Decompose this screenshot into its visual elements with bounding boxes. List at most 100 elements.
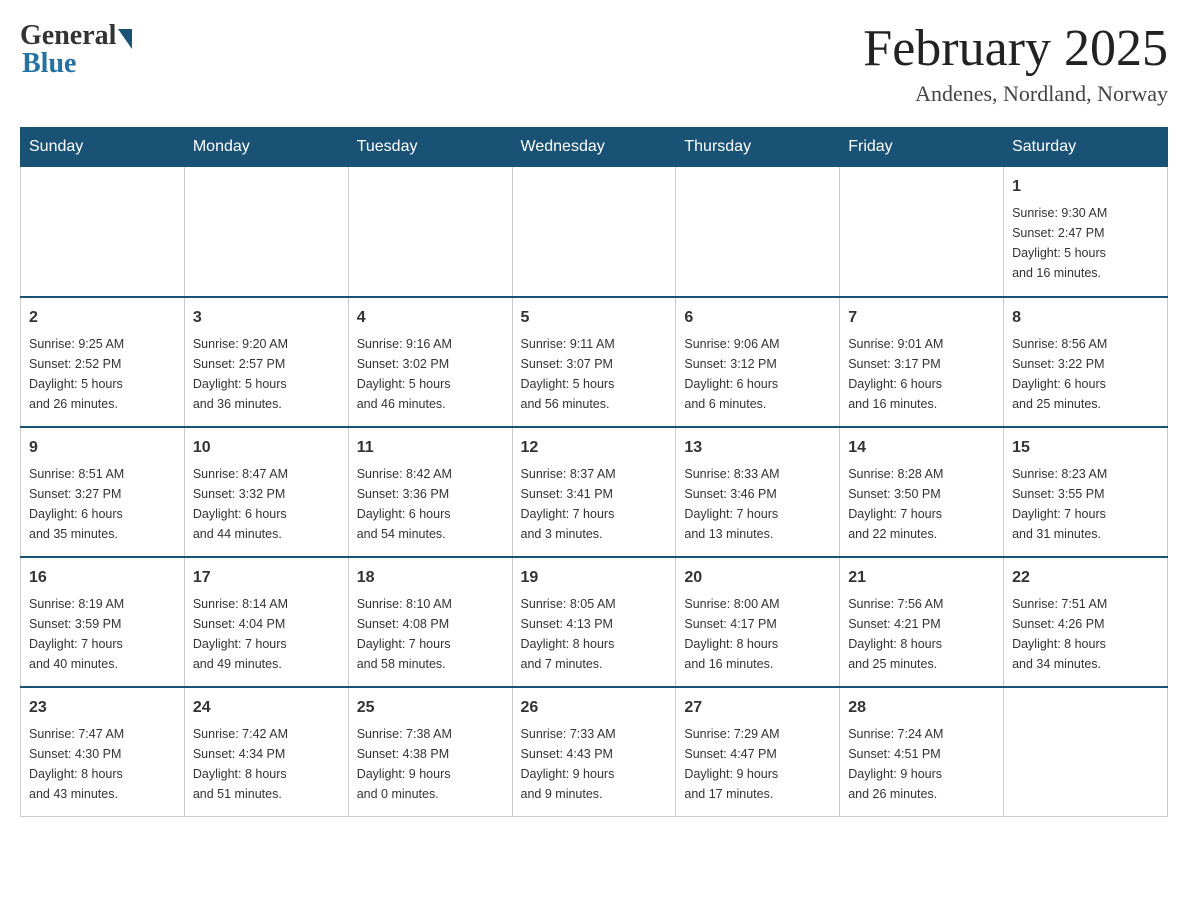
calendar-cell: 2Sunrise: 9:25 AMSunset: 2:52 PMDaylight…	[21, 297, 185, 427]
calendar-cell: 20 Sunrise: 8:00 AMSunset: 4:17 PMDayligh…	[676, 557, 840, 687]
column-header-tuesday: Tuesday	[348, 128, 512, 167]
day-number: 6	[684, 306, 831, 330]
day-number: 2	[29, 306, 176, 330]
calendar-cell: 3 Sunrise: 9:20 AMSunset: 2:57 PMDaylight…	[184, 297, 348, 427]
column-header-friday: Friday	[840, 128, 1004, 167]
day-number: 16	[29, 566, 176, 590]
day-info: Sunrise: 8:00 AMSunset: 4:17 PMDaylight:…	[684, 594, 831, 674]
day-number: 24	[193, 696, 340, 720]
day-info: Sunrise: 7:29 AMSunset: 4:47 PMDaylight:…	[684, 724, 831, 804]
calendar-cell	[184, 167, 348, 297]
logo-blue-text: Blue	[20, 48, 76, 80]
calendar-cell: 25 Sunrise: 7:38 AMSunset: 4:38 PMDayligh…	[348, 687, 512, 817]
day-info: Sunrise: 8:47 AMSunset: 3:32 PMDaylight:…	[193, 464, 340, 544]
day-info: Sunrise: 8:19 AMSunset: 3:59 PMDaylight:…	[29, 594, 176, 674]
calendar-cell: 6 Sunrise: 9:06 AMSunset: 3:12 PMDaylight…	[676, 297, 840, 427]
calendar-cell: 10Sunrise: 8:47 AMSunset: 3:32 PMDayligh…	[184, 427, 348, 557]
day-number: 26	[521, 696, 668, 720]
day-number: 7	[848, 306, 995, 330]
day-number: 5	[521, 306, 668, 330]
day-number: 22	[1012, 566, 1159, 590]
calendar-cell: 4 Sunrise: 9:16 AMSunset: 3:02 PMDaylight…	[348, 297, 512, 427]
day-info: Sunrise: 8:51 AMSunset: 3:27 PMDaylight:…	[29, 464, 176, 544]
calendar-cell: 9 Sunrise: 8:51 AMSunset: 3:27 PMDaylight…	[21, 427, 185, 557]
logo: General Blue	[20, 20, 132, 80]
calendar-cell: 22 Sunrise: 7:51 AMSunset: 4:26 PMDayligh…	[1004, 557, 1168, 687]
calendar-week-2: 2Sunrise: 9:25 AMSunset: 2:52 PMDaylight…	[21, 297, 1168, 427]
calendar-cell: 13 Sunrise: 8:33 AMSunset: 3:46 PMDayligh…	[676, 427, 840, 557]
day-number: 15	[1012, 436, 1159, 460]
column-header-saturday: Saturday	[1004, 128, 1168, 167]
day-number: 4	[357, 306, 504, 330]
day-info: Sunrise: 8:33 AMSunset: 3:46 PMDaylight:…	[684, 464, 831, 544]
calendar-cell: 1Sunrise: 9:30 AMSunset: 2:47 PMDaylight…	[1004, 167, 1168, 297]
logo-arrow-icon	[118, 29, 132, 49]
day-number: 20	[684, 566, 831, 590]
calendar-cell	[1004, 687, 1168, 817]
location-title: Andenes, Nordland, Norway	[863, 81, 1168, 107]
day-number: 27	[684, 696, 831, 720]
day-info: Sunrise: 7:42 AMSunset: 4:34 PMDaylight:…	[193, 724, 340, 804]
calendar-cell: 28Sunrise: 7:24 AMSunset: 4:51 PMDayligh…	[840, 687, 1004, 817]
day-number: 19	[521, 566, 668, 590]
calendar-cell: 23Sunrise: 7:47 AMSunset: 4:30 PMDayligh…	[21, 687, 185, 817]
day-info: Sunrise: 8:14 AMSunset: 4:04 PMDaylight:…	[193, 594, 340, 674]
day-info: Sunrise: 7:38 AMSunset: 4:38 PMDaylight:…	[357, 724, 504, 804]
day-info: Sunrise: 8:23 AMSunset: 3:55 PMDaylight:…	[1012, 464, 1159, 544]
calendar-cell: 15 Sunrise: 8:23 AMSunset: 3:55 PMDayligh…	[1004, 427, 1168, 557]
day-info: Sunrise: 8:56 AMSunset: 3:22 PMDaylight:…	[1012, 334, 1159, 414]
calendar-cell	[676, 167, 840, 297]
day-info: Sunrise: 7:56 AMSunset: 4:21 PMDaylight:…	[848, 594, 995, 674]
day-info: Sunrise: 9:20 AMSunset: 2:57 PMDaylight:…	[193, 334, 340, 414]
day-number: 8	[1012, 306, 1159, 330]
day-number: 12	[521, 436, 668, 460]
calendar-week-4: 16 Sunrise: 8:19 AMSunset: 3:59 PMDayligh…	[21, 557, 1168, 687]
day-info: Sunrise: 8:28 AMSunset: 3:50 PMDaylight:…	[848, 464, 995, 544]
calendar-cell: 26 Sunrise: 7:33 AMSunset: 4:43 PMDayligh…	[512, 687, 676, 817]
day-number: 13	[684, 436, 831, 460]
day-number: 1	[1012, 175, 1159, 199]
column-header-thursday: Thursday	[676, 128, 840, 167]
column-header-sunday: Sunday	[21, 128, 185, 167]
day-info: Sunrise: 8:42 AMSunset: 3:36 PMDaylight:…	[357, 464, 504, 544]
calendar-cell: 27 Sunrise: 7:29 AMSunset: 4:47 PMDayligh…	[676, 687, 840, 817]
day-info: Sunrise: 9:16 AMSunset: 3:02 PMDaylight:…	[357, 334, 504, 414]
calendar-cell	[512, 167, 676, 297]
page-header: General Blue February 2025 Andenes, Nord…	[20, 20, 1168, 107]
day-number: 25	[357, 696, 504, 720]
calendar-cell: 16 Sunrise: 8:19 AMSunset: 3:59 PMDayligh…	[21, 557, 185, 687]
calendar-cell: 24 Sunrise: 7:42 AMSunset: 4:34 PMDayligh…	[184, 687, 348, 817]
calendar-cell: 17 Sunrise: 8:14 AMSunset: 4:04 PMDayligh…	[184, 557, 348, 687]
day-info: Sunrise: 7:33 AMSunset: 4:43 PMDaylight:…	[521, 724, 668, 804]
calendar-cell	[840, 167, 1004, 297]
day-number: 21	[848, 566, 995, 590]
calendar-week-5: 23Sunrise: 7:47 AMSunset: 4:30 PMDayligh…	[21, 687, 1168, 817]
day-number: 11	[357, 436, 504, 460]
day-info: Sunrise: 9:01 AMSunset: 3:17 PMDaylight:…	[848, 334, 995, 414]
header-row: SundayMondayTuesdayWednesdayThursdayFrid…	[21, 128, 1168, 167]
day-info: Sunrise: 8:05 AMSunset: 4:13 PMDaylight:…	[521, 594, 668, 674]
calendar-table: SundayMondayTuesdayWednesdayThursdayFrid…	[20, 127, 1168, 817]
day-info: Sunrise: 7:47 AMSunset: 4:30 PMDaylight:…	[29, 724, 176, 804]
calendar-cell: 8 Sunrise: 8:56 AMSunset: 3:22 PMDaylight…	[1004, 297, 1168, 427]
day-info: Sunrise: 8:10 AMSunset: 4:08 PMDaylight:…	[357, 594, 504, 674]
calendar-cell: 21 Sunrise: 7:56 AMSunset: 4:21 PMDayligh…	[840, 557, 1004, 687]
calendar-cell: 11 Sunrise: 8:42 AMSunset: 3:36 PMDayligh…	[348, 427, 512, 557]
day-number: 28	[848, 696, 995, 720]
calendar-week-1: 1Sunrise: 9:30 AMSunset: 2:47 PMDaylight…	[21, 167, 1168, 297]
day-number: 9	[29, 436, 176, 460]
day-info: Sunrise: 8:37 AMSunset: 3:41 PMDaylight:…	[521, 464, 668, 544]
calendar-header: SundayMondayTuesdayWednesdayThursdayFrid…	[21, 128, 1168, 167]
calendar-week-3: 9 Sunrise: 8:51 AMSunset: 3:27 PMDaylight…	[21, 427, 1168, 557]
day-info: Sunrise: 9:06 AMSunset: 3:12 PMDaylight:…	[684, 334, 831, 414]
calendar-cell: 14Sunrise: 8:28 AMSunset: 3:50 PMDayligh…	[840, 427, 1004, 557]
day-number: 18	[357, 566, 504, 590]
calendar-body: 1Sunrise: 9:30 AMSunset: 2:47 PMDaylight…	[21, 167, 1168, 817]
day-number: 17	[193, 566, 340, 590]
day-info: Sunrise: 7:51 AMSunset: 4:26 PMDaylight:…	[1012, 594, 1159, 674]
day-number: 3	[193, 306, 340, 330]
column-header-wednesday: Wednesday	[512, 128, 676, 167]
column-header-monday: Monday	[184, 128, 348, 167]
calendar-cell	[348, 167, 512, 297]
calendar-cell: 18 Sunrise: 8:10 AMSunset: 4:08 PMDayligh…	[348, 557, 512, 687]
